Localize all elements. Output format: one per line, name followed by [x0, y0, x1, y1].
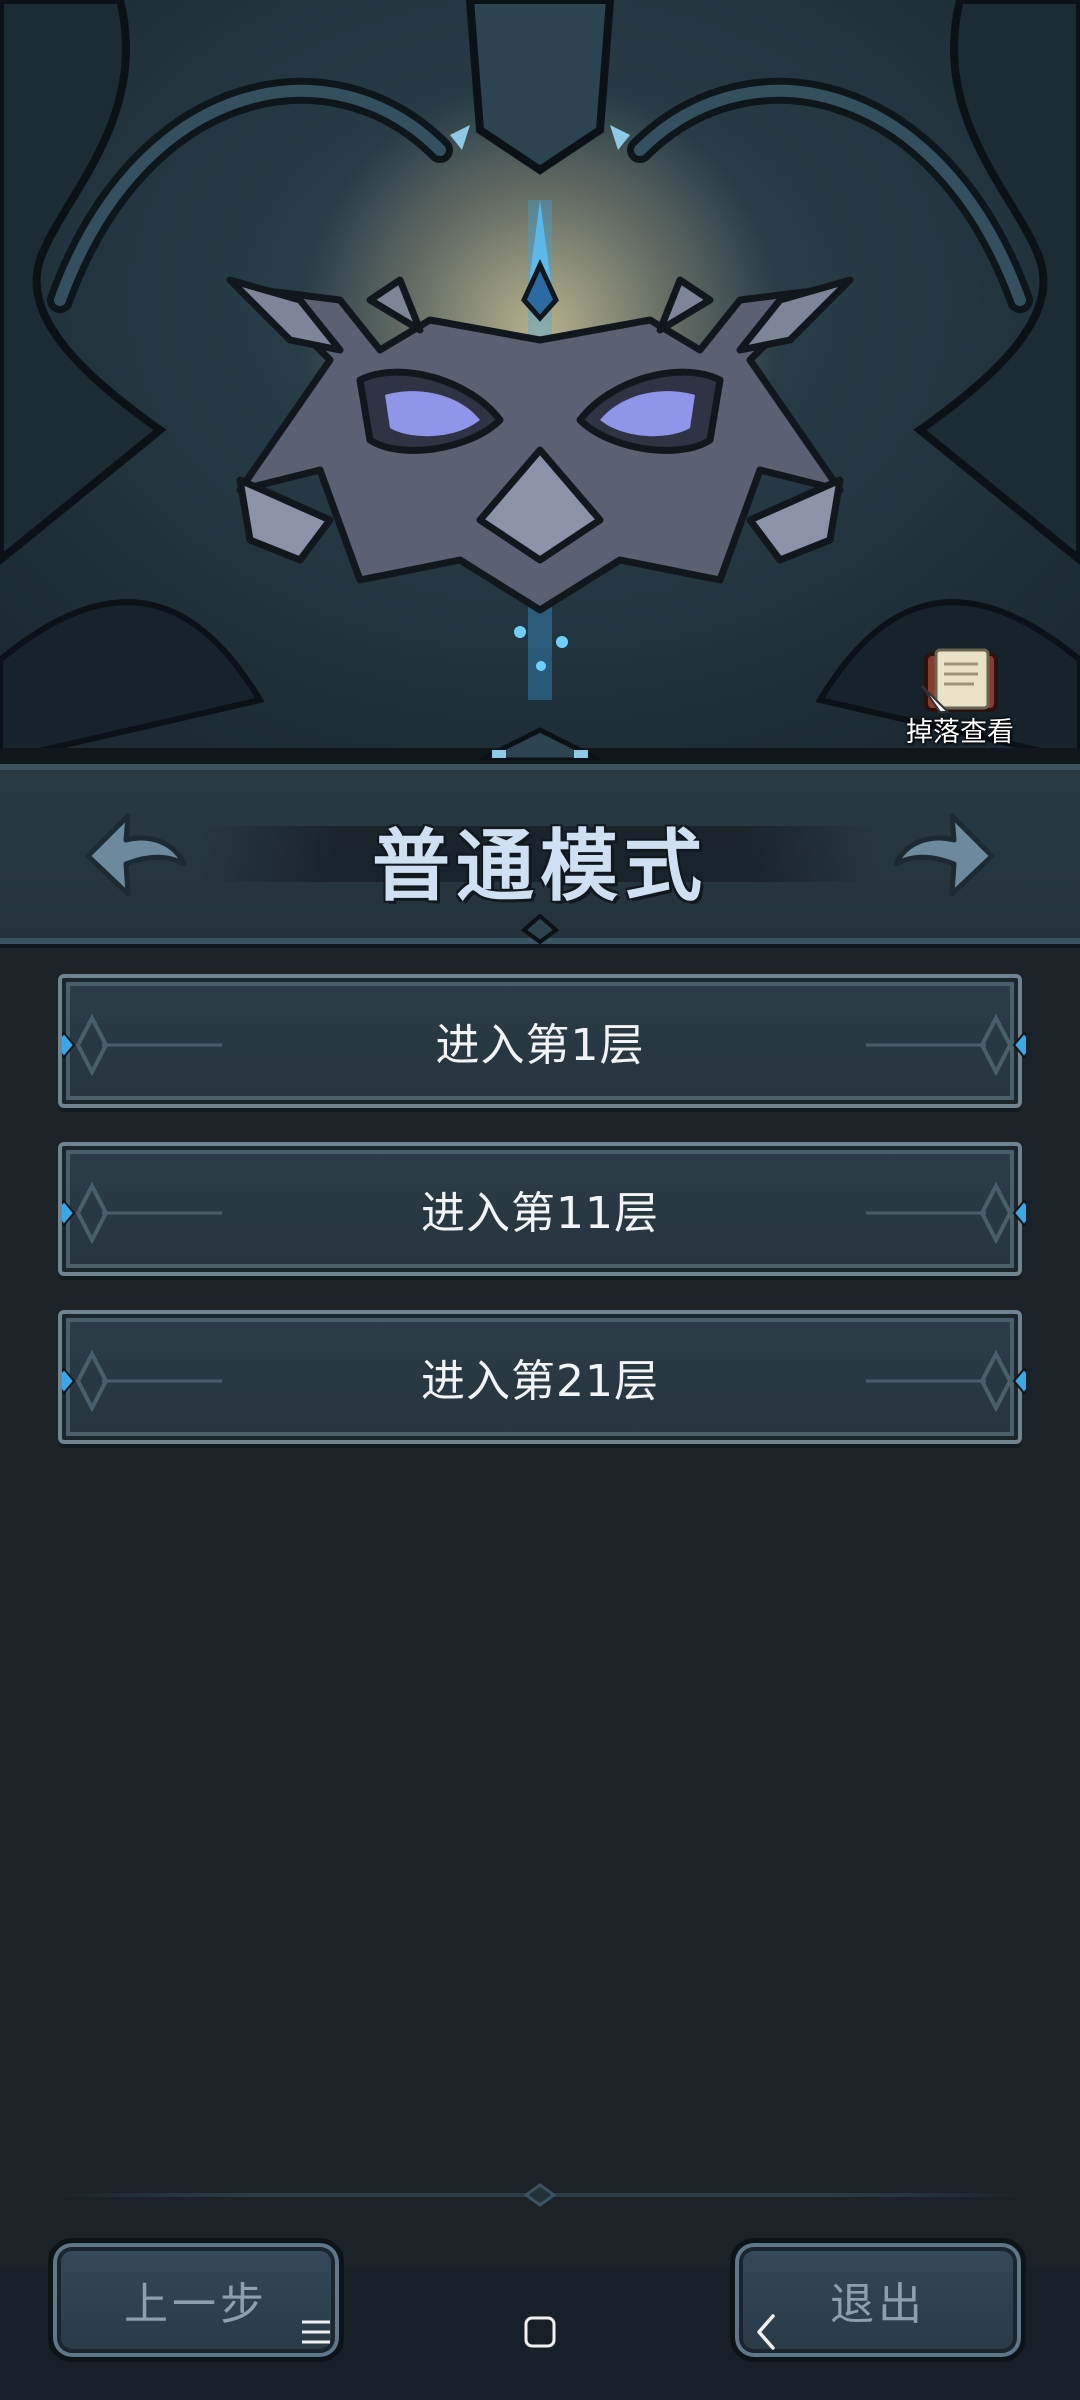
enter-floor-11-button[interactable]: 进入第11层 [58, 1142, 1026, 1276]
back-icon[interactable] [736, 2302, 796, 2362]
enter-floor-1-button[interactable]: 进入第1层 [58, 974, 1026, 1108]
drop-preview-label: 掉落查看 [906, 717, 1014, 748]
floor-label: 进入第21层 [421, 1356, 659, 1407]
banner-ornament [520, 914, 560, 944]
home-icon[interactable] [510, 2302, 570, 2362]
floor-label: 进入第11层 [421, 1188, 659, 1239]
floor-label: 进入第1层 [435, 1020, 645, 1071]
next-mode-arrow-icon[interactable] [890, 804, 1000, 904]
mode-banner: 普通模式 [0, 760, 1080, 948]
scroll-icon [921, 648, 998, 713]
menu-icon[interactable] [286, 2302, 346, 2362]
drop-preview-button[interactable]: 掉落查看 [900, 640, 1020, 750]
boss-artwork: 掉落查看 [0, 0, 1080, 760]
divider-ornament [524, 2183, 556, 2207]
enter-floor-21-button[interactable]: 进入第21层 [58, 1310, 1026, 1444]
